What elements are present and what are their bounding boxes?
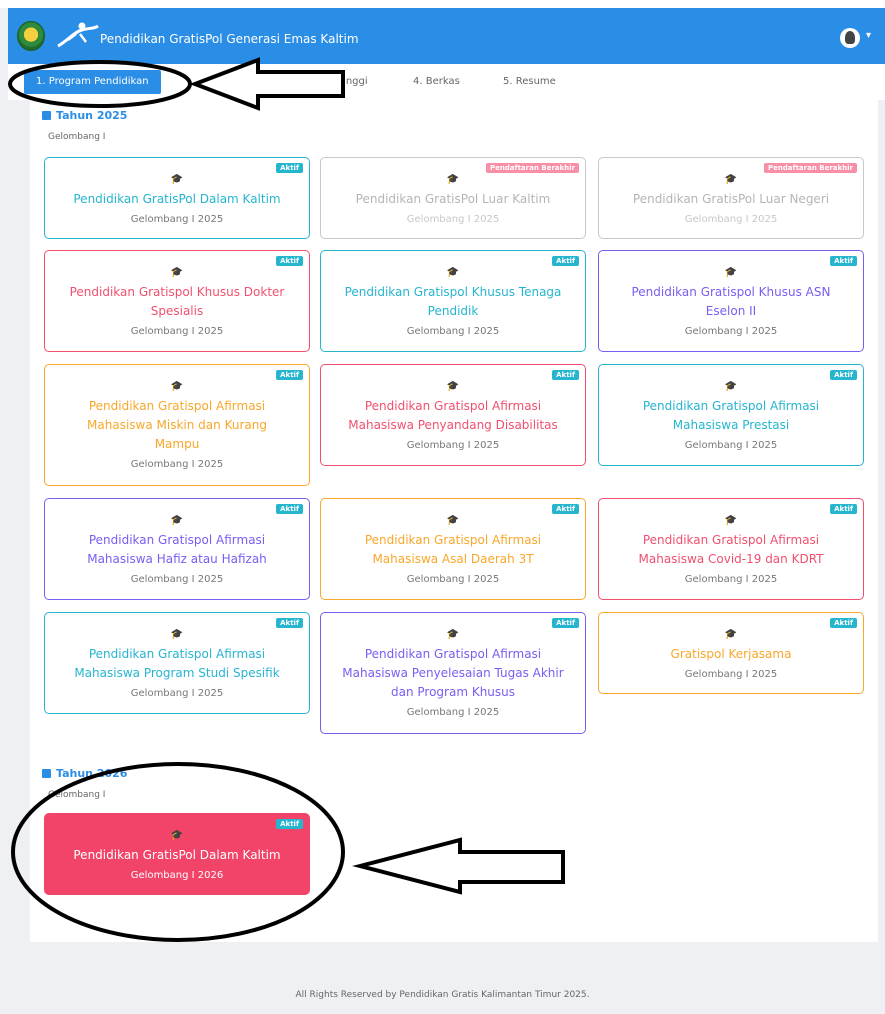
annotation-ellipse-bottom [11,762,345,942]
annotation-ellipse-top [8,60,192,108]
annotation-arrow-top [189,57,345,111]
annotation-arrow-bottom [352,837,565,895]
annotation-overlay [8,57,565,942]
